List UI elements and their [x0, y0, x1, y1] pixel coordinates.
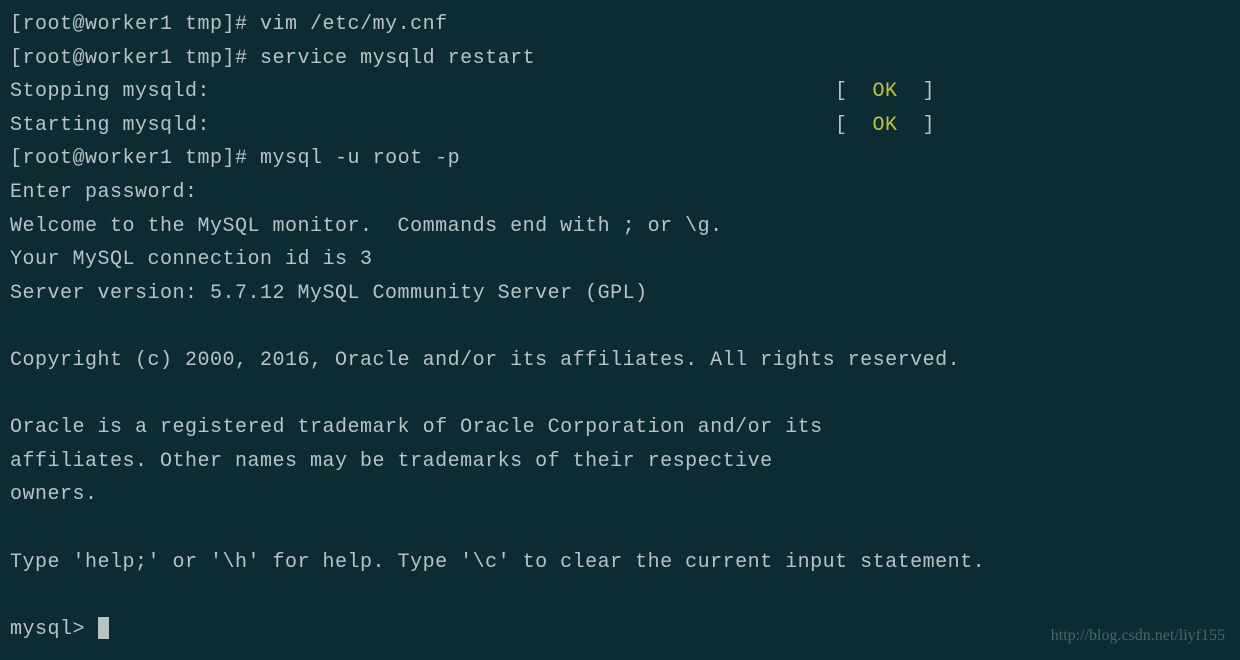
- watermark-text: http://blog.csdn.net/liyf155: [1051, 623, 1225, 650]
- copyright-line: Copyright (c) 2000, 2016, Oracle and/or …: [10, 344, 1230, 378]
- shell-prompt: [root@worker1 tmp]#: [10, 13, 260, 36]
- status-result: [ OK ]: [835, 109, 1230, 143]
- ok-status: OK: [872, 80, 897, 103]
- help-line: Type 'help;' or '\h' for help. Type '\c'…: [10, 546, 1230, 580]
- command-text: service mysqld restart: [260, 47, 535, 70]
- status-label: Starting mysqld:: [10, 109, 210, 143]
- blank-line: [10, 579, 1230, 613]
- command-text: mysql -u root -p: [260, 147, 460, 170]
- status-result: [ OK ]: [835, 75, 1230, 109]
- status-label: Stopping mysqld:: [10, 75, 210, 109]
- service-start-line: Starting mysqld: [ OK ]: [10, 109, 1230, 143]
- terminal-output[interactable]: [root@worker1 tmp]# vim /etc/my.cnf [roo…: [10, 8, 1230, 646]
- cursor-icon: [98, 617, 109, 639]
- shell-prompt: [root@worker1 tmp]#: [10, 147, 260, 170]
- mysql-prompt-line[interactable]: mysql>: [10, 613, 1230, 647]
- trademark-line-2: affiliates. Other names may be trademark…: [10, 445, 1230, 479]
- trademark-line-1: Oracle is a registered trademark of Orac…: [10, 411, 1230, 445]
- password-prompt: Enter password:: [10, 176, 1230, 210]
- blank-line: [10, 310, 1230, 344]
- shell-prompt: [root@worker1 tmp]#: [10, 47, 260, 70]
- cmd-line-1: [root@worker1 tmp]# vim /etc/my.cnf: [10, 8, 1230, 42]
- blank-line: [10, 378, 1230, 412]
- trademark-line-3: owners.: [10, 478, 1230, 512]
- service-stop-line: Stopping mysqld: [ OK ]: [10, 75, 1230, 109]
- welcome-line: Welcome to the MySQL monitor. Commands e…: [10, 210, 1230, 244]
- blank-line: [10, 512, 1230, 546]
- ok-status: OK: [872, 114, 897, 137]
- connection-id-line: Your MySQL connection id is 3: [10, 243, 1230, 277]
- mysql-prompt: mysql>: [10, 618, 98, 641]
- command-text: vim /etc/my.cnf: [260, 13, 448, 36]
- cmd-line-3: [root@worker1 tmp]# mysql -u root -p: [10, 142, 1230, 176]
- cmd-line-2: [root@worker1 tmp]# service mysqld resta…: [10, 42, 1230, 76]
- server-version-line: Server version: 5.7.12 MySQL Community S…: [10, 277, 1230, 311]
